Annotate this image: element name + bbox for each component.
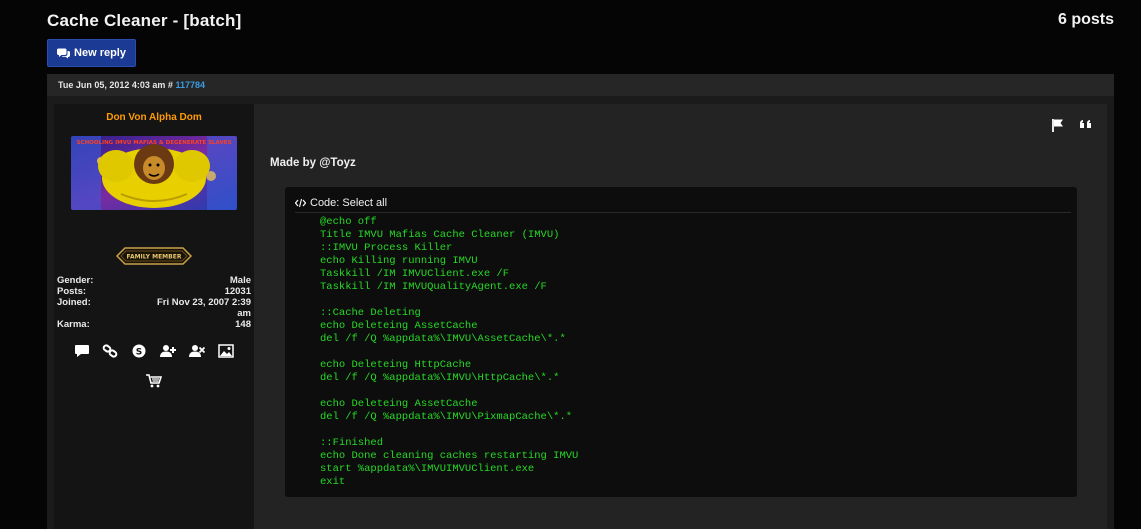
code-header: Code: Select all xyxy=(295,196,1071,213)
post-actions xyxy=(1051,118,1093,132)
code-line: ::Finished xyxy=(320,437,384,449)
avatar-caption: SCHOOLING IMVU MAFIAS & DEGENERATE SLAVE… xyxy=(77,140,232,146)
code-line: echo Killing running IMVU xyxy=(320,255,478,267)
profile-field-label: Gender: xyxy=(57,275,94,286)
topic-title[interactable]: Cache Cleaner - [batch] xyxy=(47,11,241,31)
code-line: echo Done cleaning caches restarting IMV… xyxy=(320,450,579,462)
post-text: Made by @Toyz xyxy=(270,157,356,169)
new-reply-button[interactable]: New reply xyxy=(47,39,136,67)
code-line: Taskkill /IM IMVUClient.exe /F xyxy=(320,268,510,280)
new-reply-label: New reply xyxy=(74,47,126,59)
code-line: ::Cache Deleting xyxy=(320,307,421,319)
svg-text:S: S xyxy=(136,348,142,358)
remove-friend-icon[interactable] xyxy=(189,344,205,358)
rank-badge: FAMILY MEMBER xyxy=(115,246,193,266)
code-content: @echo off Title IMVU Mafias Cache Cleaner… xyxy=(320,216,578,489)
author-profile: Don Von Alpha Dom SCHOOLING IMVU MAFIAS … xyxy=(54,104,254,529)
flag-icon[interactable] xyxy=(1051,118,1065,132)
post-count: 6 posts xyxy=(1057,11,1114,28)
speech-bubbles-icon xyxy=(57,48,71,58)
profile-field-value: 148 xyxy=(235,319,251,330)
skype-icon[interactable]: S xyxy=(131,344,147,358)
quote-icon[interactable] xyxy=(1079,118,1093,132)
rank-label: FAMILY MEMBER xyxy=(127,254,182,261)
speech-bubble-icon[interactable] xyxy=(74,344,90,358)
code-line: ::IMVU Process Killer xyxy=(320,242,453,254)
author-avatar: SCHOOLING IMVU MAFIAS & DEGENERATE SLAVE… xyxy=(71,136,237,210)
post-date: Tue Jun 05, 2012 4:03 am xyxy=(58,80,166,90)
code-line: del /f /Q %appdata%\IMVU\AssetCache\*.* xyxy=(320,333,566,345)
profile-field-label: Joined: xyxy=(57,297,91,308)
code-line: del /f /Q %appdata%\IMVU\HttpCache\*.* xyxy=(320,372,560,384)
code-line: Title IMVU Mafias Cache Cleaner (IMVU) xyxy=(320,229,560,241)
profile-field-karma: Karma: 148 xyxy=(57,319,251,330)
profile-field-value: Fri Nov 23, 2007 2:39 am xyxy=(157,297,251,319)
topic-title-row: Cache Cleaner - [batch] 6 posts xyxy=(47,11,1114,35)
profile-field-label: Posts: xyxy=(57,286,87,297)
code-line: echo Deleteing HttpCache xyxy=(320,359,472,371)
code-line: echo Deleteing AssetCache xyxy=(320,320,478,332)
add-friend-icon[interactable] xyxy=(160,344,176,358)
post-id-link[interactable]: 117784 xyxy=(175,80,205,90)
code-line: exit xyxy=(320,476,346,488)
shopping-cart-icon[interactable] xyxy=(146,374,162,388)
profile-field-label: Karma: xyxy=(57,319,90,330)
code-select-all[interactable]: Code: Select all xyxy=(310,197,387,209)
code-line: start %appdata%\IMVUIMVUClient.exe xyxy=(320,463,535,475)
profile-field-posts: Posts: 12031 xyxy=(57,286,251,297)
image-icon[interactable] xyxy=(218,344,234,358)
post-hash: # xyxy=(167,80,173,90)
link-icon[interactable] xyxy=(102,344,118,358)
profile-fields: Gender: Male Posts: 12031 Joined: Fri No… xyxy=(57,275,251,330)
code-line: @echo off xyxy=(320,216,377,228)
code-line: echo Deleteing AssetCache xyxy=(320,398,478,410)
author-username[interactable]: Don Von Alpha Dom xyxy=(54,112,254,123)
profile-field-value[interactable]: 12031 xyxy=(225,286,251,297)
code-block: Code: Select all @echo off Title IMVU Maf… xyxy=(285,187,1077,497)
profile-field-gender: Gender: Male xyxy=(57,275,251,286)
code-line: Taskkill /IM IMVUQualityAgent.exe /F xyxy=(320,281,547,293)
post-body: Made by @Toyz Code: Select all @echo off… xyxy=(254,104,1107,529)
profile-field-joined: Joined: Fri Nov 23, 2007 2:39 am xyxy=(57,297,251,319)
post-header: Tue Jun 05, 2012 4:03 am # 117784 xyxy=(47,74,1114,96)
profile-field-value: Male xyxy=(229,275,251,286)
code-icon xyxy=(295,198,306,208)
code-line: del /f /Q %appdata%\IMVU\PixmapCache\*.* xyxy=(320,411,573,423)
